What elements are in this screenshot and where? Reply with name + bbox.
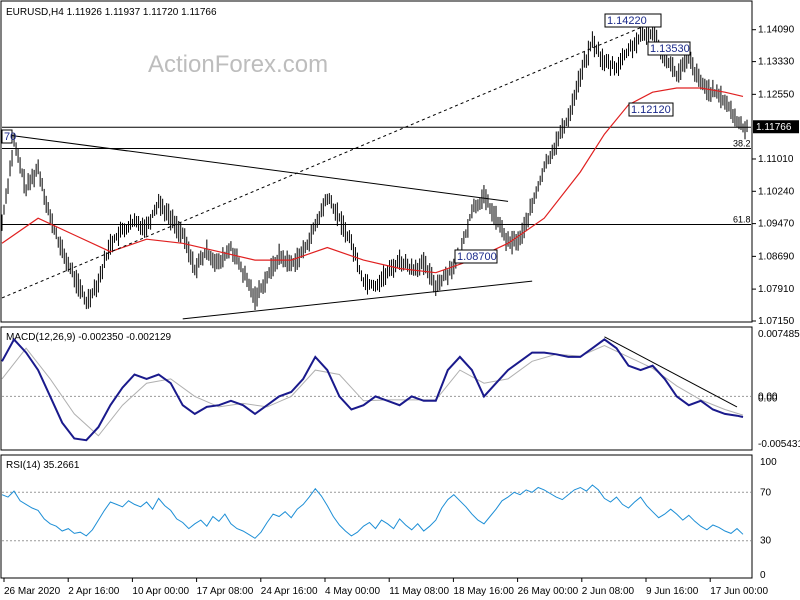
price-axis-label: 1.07150 (758, 316, 795, 327)
price-annotation-label: 1.08700 (457, 251, 497, 263)
price-axis-label: 1.09470 (758, 219, 795, 230)
time-axis-label: 11 May 08:00 (389, 586, 449, 597)
rsi-axis-label: 0 (760, 570, 766, 581)
time-axis-label: 26 May 00:00 (518, 586, 579, 597)
time-axis-label: 26 Mar 2020 (4, 586, 61, 597)
chart-background (0, 0, 800, 600)
rsi-panel-title: RSI(14) 35.2661 (6, 460, 80, 471)
rsi-axis-label: 70 (760, 487, 772, 498)
rsi-axis-label: 30 (760, 536, 772, 547)
macd-panel-title: MACD(12,26,9) -0.002350 -0.002129 (6, 332, 172, 343)
price-annotation-label: 1.12120 (631, 104, 671, 116)
time-axis-label: 9 Jun 16:00 (646, 586, 699, 597)
time-axis-label: 24 Apr 16:00 (261, 586, 318, 597)
time-axis-label: 17 Apr 08:00 (197, 586, 254, 597)
price-panel-title: EURUSD,H4 1.11926 1.11937 1.11720 1.1176… (6, 7, 217, 18)
macd-axis-label: 0.007485 (758, 329, 800, 340)
price-axis-label: 1.13330 (758, 57, 795, 68)
time-axis-label: 2 Jun 08:00 (582, 586, 635, 597)
rsi-axis-label: 100 (760, 457, 777, 468)
price-annotation-label: 1.13530 (650, 43, 690, 55)
price-axis-label: 1.10240 (758, 186, 795, 197)
macd-axis-label: -0.005431 (758, 439, 800, 450)
price-axis-label: 1.07910 (758, 284, 795, 295)
price-annotation-label: 1.14220 (607, 15, 647, 27)
time-axis-label: 18 May 16:00 (453, 586, 514, 597)
time-axis-label: 4 May 00:00 (325, 586, 380, 597)
price-axis-label: 1.14090 (758, 25, 795, 36)
watermark: ActionForex.com (148, 51, 328, 78)
price-axis-label: 1.08690 (758, 251, 795, 262)
fib-level-label: 38.2 (733, 138, 751, 148)
macd-axis-label: 0.00 (758, 393, 778, 404)
time-axis-label: 2 Apr 16:00 (68, 586, 120, 597)
last-price-label: 1.11766 (756, 122, 792, 133)
time-axis-label: 10 Apr 00:00 (132, 586, 189, 597)
price-annotation-label: 70 (4, 131, 16, 143)
fib-level-label: 61.8 (733, 214, 751, 224)
price-axis-label: 1.11010 (758, 154, 794, 165)
time-axis-label: 17 Jun 00:00 (710, 586, 768, 597)
chart-svg: ActionForex.com EURUSD,H4 1.11926 1.1193… (0, 0, 800, 600)
price-axis-label: 1.12550 (758, 89, 795, 100)
